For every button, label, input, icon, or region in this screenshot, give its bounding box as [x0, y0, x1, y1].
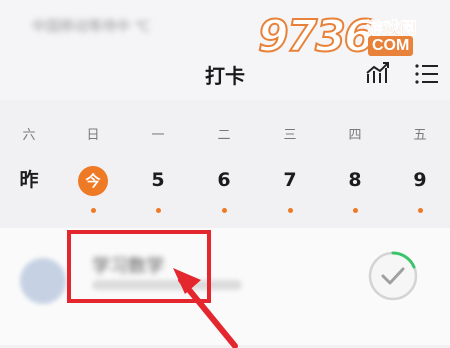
- day-item[interactable]: 7: [270, 163, 310, 197]
- day-dot: [352, 208, 358, 213]
- day-dot-cell: [73, 198, 113, 217]
- day-item[interactable]: 6: [204, 163, 244, 197]
- day-dot: [155, 208, 161, 213]
- menu-icon[interactable]: [414, 61, 440, 87]
- day-dot: [417, 208, 423, 213]
- weekday-label: 五: [413, 128, 427, 143]
- day-dot-cell: [335, 198, 375, 217]
- weekday-header-row: 六 日 一 二 三 四 五: [0, 124, 450, 143]
- day-dot-cell: [138, 198, 178, 217]
- weekday-label: 六: [22, 128, 36, 143]
- day-dot-cell: [400, 198, 440, 217]
- weekday-label: 二: [217, 128, 231, 143]
- day-indicator-row: [0, 198, 450, 213]
- day-dot: [221, 208, 227, 213]
- day-dot-cell: [270, 198, 310, 217]
- checkin-button[interactable]: [367, 250, 419, 302]
- stats-icon[interactable]: [365, 60, 391, 86]
- day-dot: [287, 208, 293, 213]
- day-dot-cell: [204, 198, 244, 217]
- habit-icon: [20, 258, 66, 304]
- weekday-label: 一: [151, 128, 165, 143]
- weekday-label: 三: [283, 128, 297, 143]
- day-selector-row: 昨 今 5 6 7 8 9: [0, 163, 450, 197]
- day-dot: [90, 208, 96, 213]
- weekday-label: 日: [86, 128, 100, 143]
- day-yesterday[interactable]: 昨: [9, 163, 49, 197]
- watermark-digits: 9736: [257, 11, 375, 63]
- weekday-label: 四: [348, 128, 362, 143]
- day-item[interactable]: 9: [400, 163, 440, 197]
- site-watermark-logo: 9736 游戏网 COM: [257, 11, 438, 63]
- watermark-com: COM: [368, 36, 414, 56]
- today-badge: 今: [78, 166, 108, 196]
- day-today[interactable]: 今: [73, 163, 113, 197]
- annotation-arrow-icon: [173, 268, 238, 348]
- day-item[interactable]: 8: [335, 163, 375, 197]
- status-text: 中国移动等待中 ℃: [32, 19, 151, 35]
- day-item[interactable]: 5: [138, 163, 178, 197]
